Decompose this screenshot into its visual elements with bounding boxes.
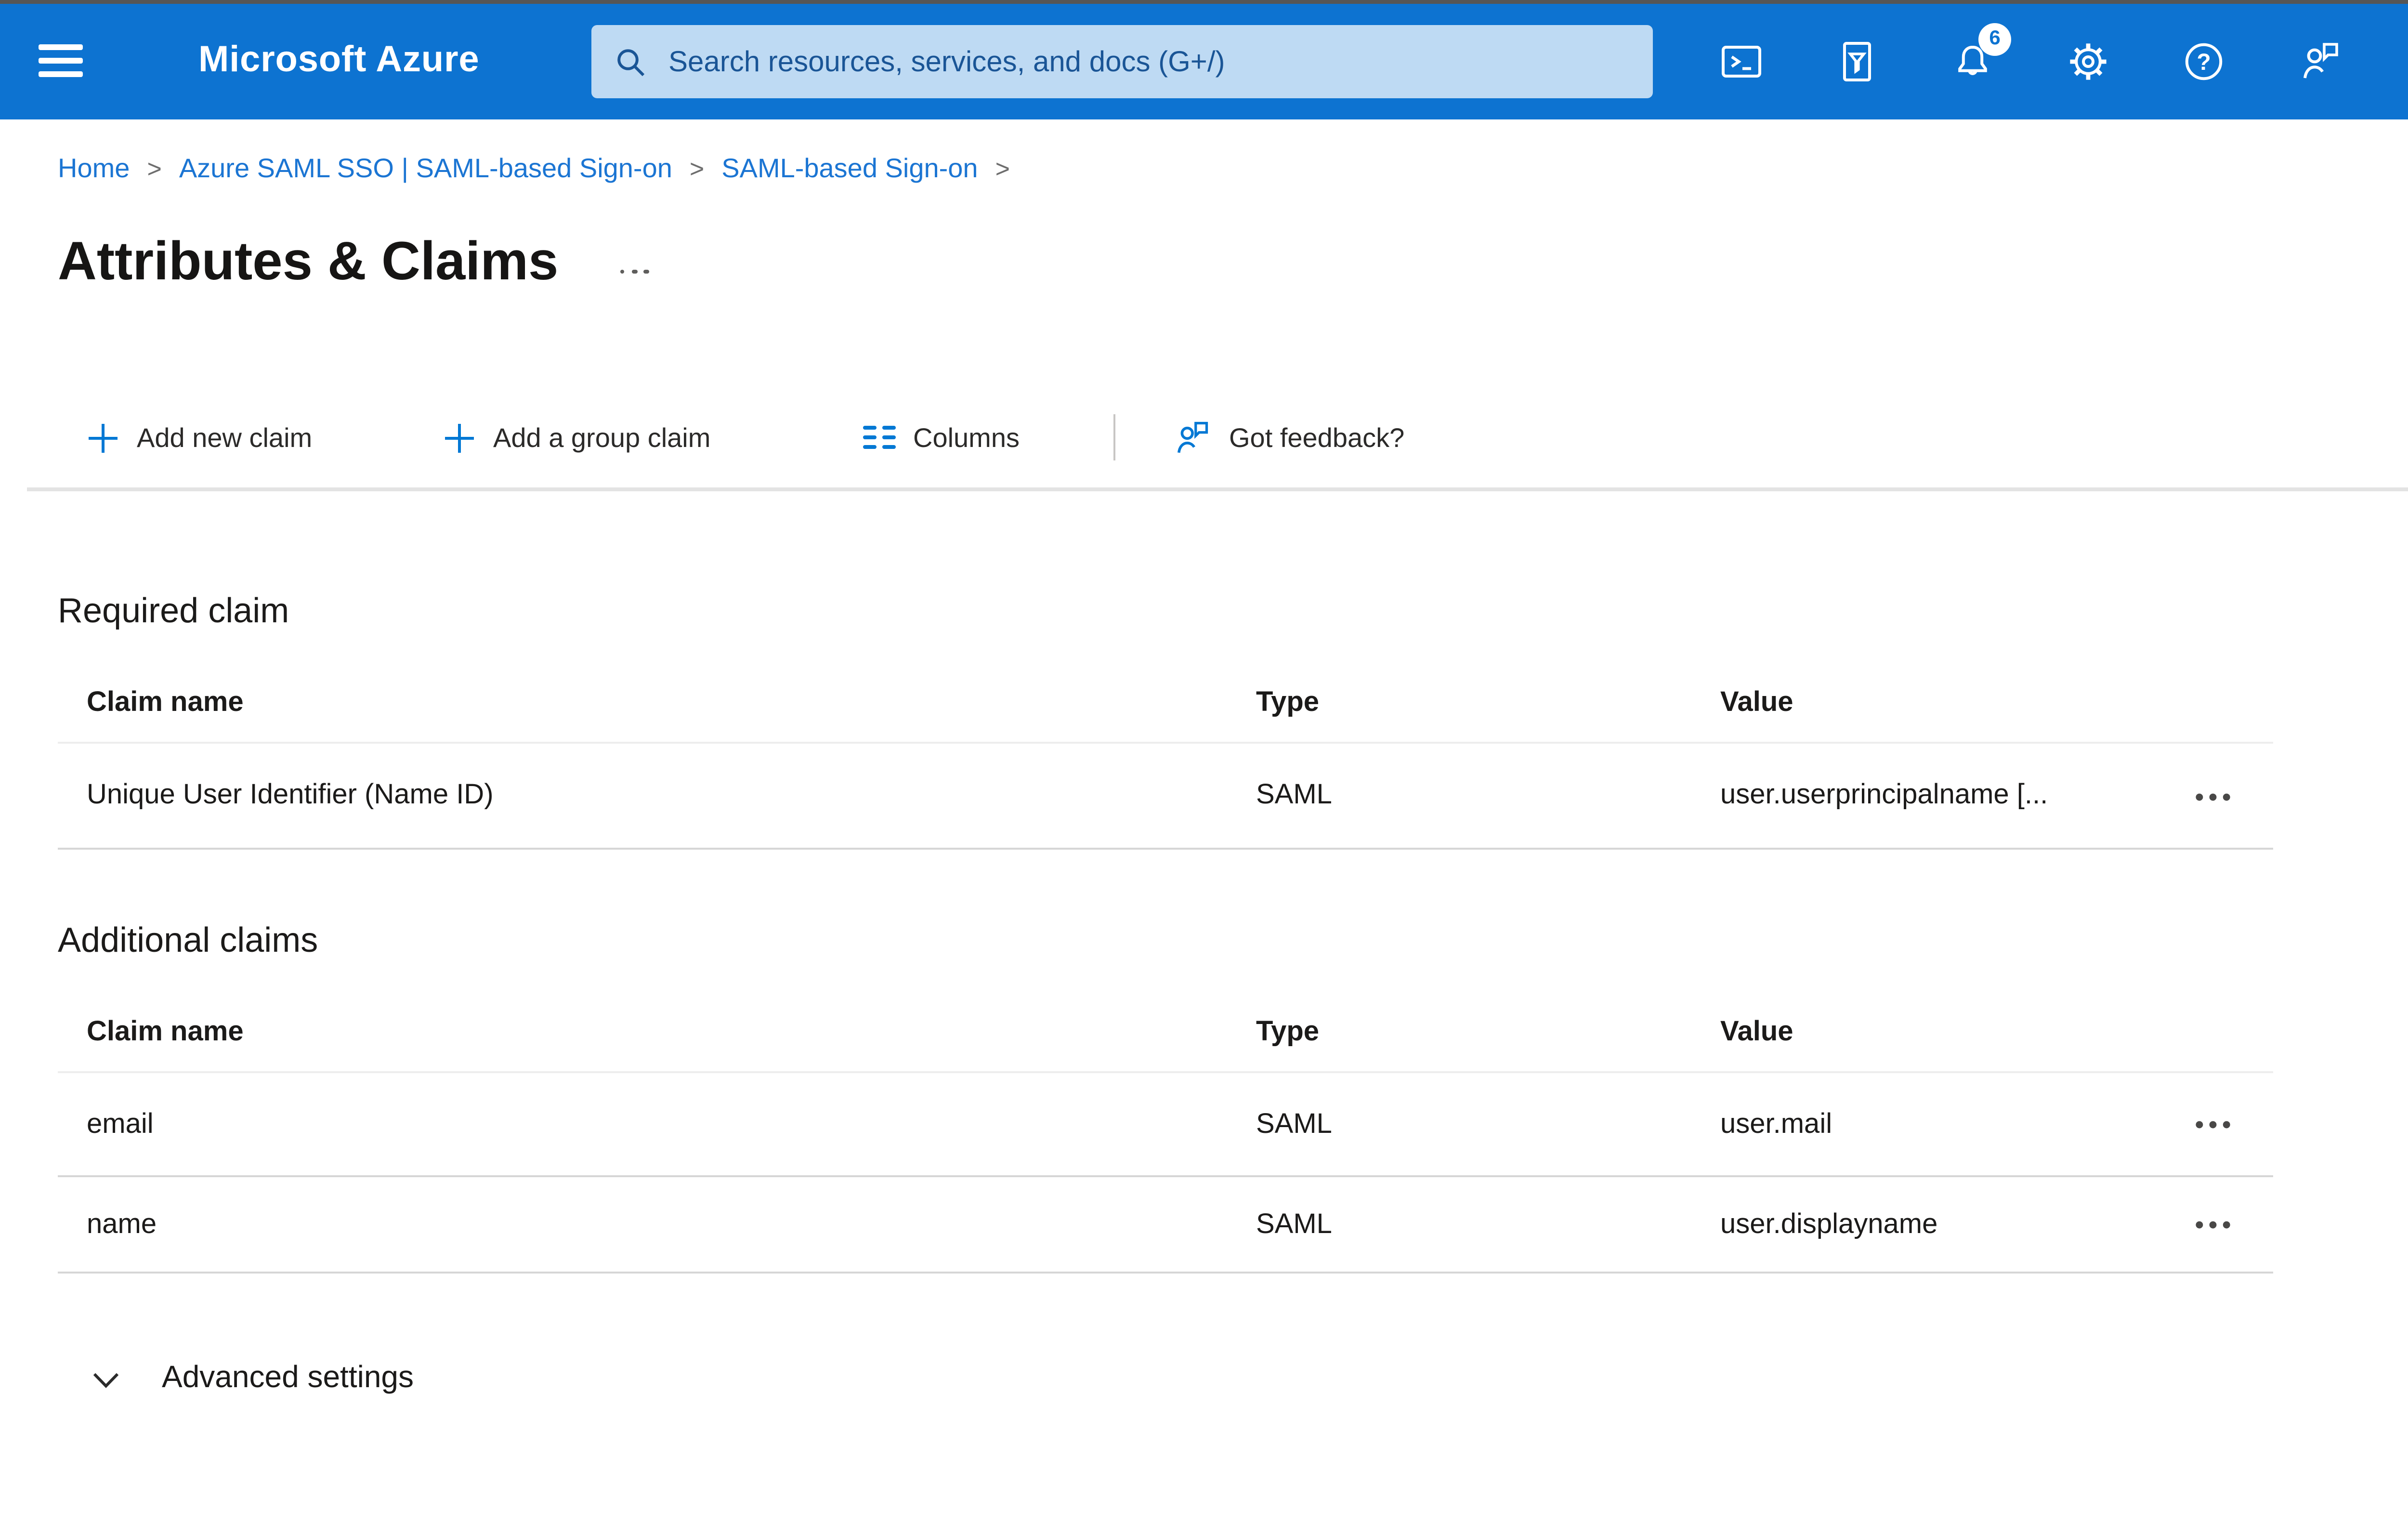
- feedback-person-icon: [1177, 420, 1208, 452]
- add-group-claim-button[interactable]: Add a group claim: [443, 410, 710, 464]
- cell-value: user.mail: [1720, 1109, 1832, 1140]
- breadcrumb-saml-signon-link[interactable]: SAML-based Sign-on: [721, 152, 978, 183]
- window-top-edge: [0, 0, 2408, 4]
- chevron-down-icon: [93, 1372, 119, 1387]
- cloud-shell-button[interactable]: [1718, 39, 1765, 85]
- additional-claims-heading: Additional claims: [58, 921, 318, 959]
- top-navigation-bar: Microsoft Azure Search resources, servic…: [0, 4, 2408, 119]
- table-row-email[interactable]: email SAML user.mail •••: [58, 1073, 2273, 1177]
- more-options-button[interactable]: [612, 262, 656, 282]
- breadcrumb-home-link[interactable]: Home: [58, 152, 130, 183]
- row-actions-button[interactable]: •••: [2187, 777, 2244, 814]
- breadcrumb: Home > Azure SAML SSO | SAML-based Sign-…: [58, 152, 1027, 183]
- cell-type: SAML: [1256, 780, 1332, 811]
- azure-portal-window: Microsoft Azure Search resources, servic…: [0, 0, 2408, 1523]
- cell-claim-name: email: [87, 1109, 154, 1140]
- columns-label: Columns: [913, 422, 1020, 453]
- table-header-row: Claim name Type Value: [58, 994, 2273, 1073]
- advanced-settings-label: Advanced settings: [162, 1362, 414, 1395]
- page-title: Attributes & Claims: [58, 231, 559, 291]
- toolbar-divider: [27, 487, 2408, 490]
- add-new-claim-label: Add new claim: [137, 422, 313, 453]
- column-header-value: Value: [1720, 688, 1793, 719]
- table-row-unique-user-identifier[interactable]: Unique User Identifier (Name ID) SAML us…: [58, 744, 2273, 850]
- breadcrumb-separator: >: [995, 153, 1010, 182]
- cell-claim-name: Unique User Identifier (Name ID): [87, 780, 494, 811]
- plus-icon: [89, 423, 118, 452]
- search-icon: [617, 48, 645, 76]
- page-header: Attributes & Claims: [58, 223, 656, 301]
- column-header-type: Type: [1256, 688, 1320, 719]
- table-header-row: Claim name Type Value: [58, 665, 2273, 744]
- help-icon: ?: [2185, 43, 2223, 80]
- svg-text:?: ?: [2197, 50, 2211, 75]
- advanced-settings-toggle[interactable]: Advanced settings: [92, 1352, 414, 1406]
- notification-badge: 6: [1978, 23, 2011, 56]
- ellipsis-icon: [620, 269, 625, 275]
- cell-claim-name: name: [87, 1209, 157, 1240]
- breadcrumb-separator: >: [147, 153, 162, 182]
- column-header-value: Value: [1720, 1017, 1793, 1048]
- additional-claims-table: Claim name Type Value email SAML user.ma…: [58, 994, 2273, 1274]
- cell-value: user.displayname: [1720, 1209, 1938, 1240]
- breadcrumb-separator: >: [689, 153, 705, 182]
- column-header-claim-name: Claim name: [87, 1017, 244, 1048]
- settings-button[interactable]: [2065, 39, 2111, 85]
- search-input[interactable]: [665, 43, 1630, 80]
- hamburger-menu-icon[interactable]: [39, 44, 83, 79]
- required-claim-heading: Required claim: [58, 591, 289, 630]
- columns-button[interactable]: Columns: [863, 410, 1020, 464]
- cell-type: SAML: [1256, 1209, 1332, 1240]
- breadcrumb-saml-sso-link[interactable]: Azure SAML SSO | SAML-based Sign-on: [179, 152, 672, 183]
- toolbar-separator: [1113, 414, 1115, 460]
- directory-filter-icon: [1843, 42, 1871, 81]
- feedback-person-icon: [2303, 43, 2338, 79]
- global-search[interactable]: [591, 25, 1653, 98]
- row-actions-button[interactable]: •••: [2187, 1106, 2244, 1142]
- cell-value: user.userprincipalname [...: [1720, 780, 2048, 811]
- got-feedback-button[interactable]: Got feedback?: [1171, 410, 1404, 464]
- add-group-claim-label: Add a group claim: [493, 422, 711, 453]
- cell-type: SAML: [1256, 1109, 1332, 1140]
- cloud-shell-icon: [1722, 46, 1761, 78]
- table-row-name[interactable]: name SAML user.displayname •••: [58, 1177, 2273, 1274]
- required-claim-table: Claim name Type Value Unique User Identi…: [58, 665, 2273, 850]
- directory-filter-button[interactable]: [1834, 39, 1880, 85]
- row-actions-button[interactable]: •••: [2187, 1206, 2244, 1243]
- add-new-claim-button[interactable]: Add new claim: [87, 410, 312, 464]
- help-button[interactable]: ?: [2181, 39, 2227, 85]
- topbar-icon-group: 6 ?: [1718, 23, 2343, 85]
- columns-icon: [863, 425, 896, 450]
- notifications-button[interactable]: 6: [1950, 23, 2011, 85]
- column-header-type: Type: [1256, 1017, 1320, 1048]
- command-bar: Add new claim Add a group claim Columns …: [0, 410, 2408, 464]
- feedback-button[interactable]: [2296, 39, 2343, 85]
- got-feedback-label: Got feedback?: [1229, 422, 1405, 453]
- gear-icon: [2070, 43, 2107, 80]
- column-header-claim-name: Claim name: [87, 688, 244, 719]
- azure-brand-logo[interactable]: Microsoft Azure: [198, 4, 480, 119]
- plus-icon: [445, 423, 474, 452]
